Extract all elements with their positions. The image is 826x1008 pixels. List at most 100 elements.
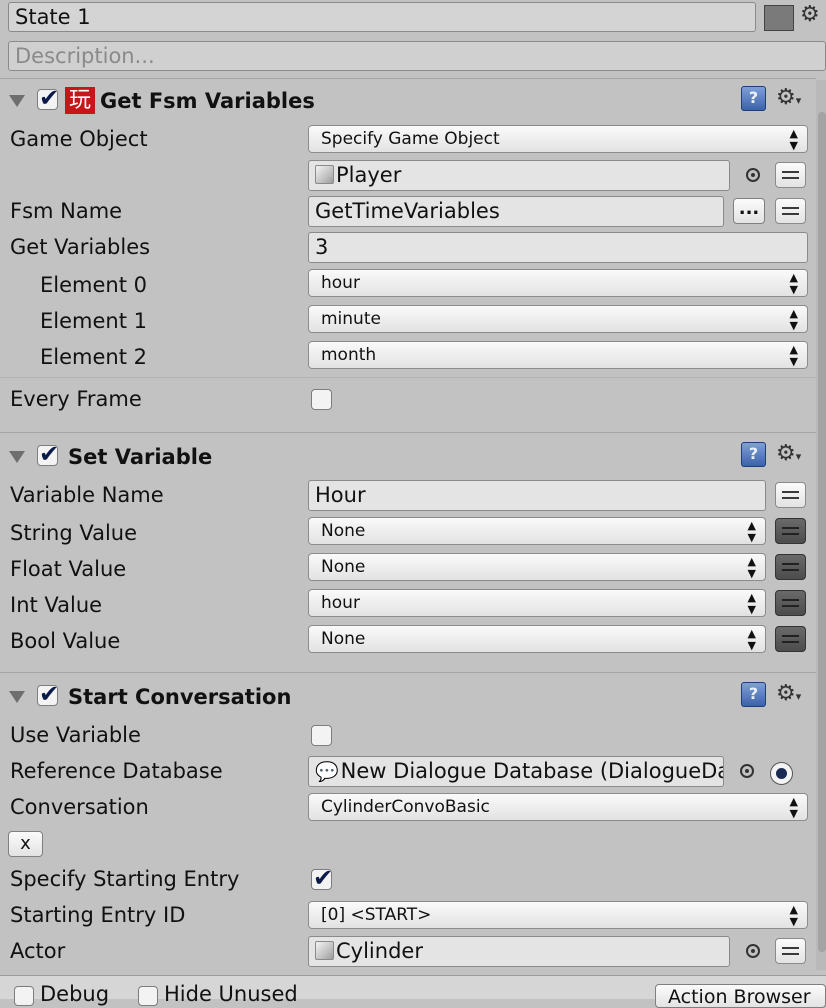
dropdown-arrows-icon: ▲ ▼ [747,591,756,616]
starting-entry-id-label: Starting Entry ID [10,903,186,927]
bool-value-menu-button[interactable] [775,626,806,652]
help-book-icon[interactable]: ? [741,442,766,467]
browse-fsm-button[interactable]: ... [733,198,765,224]
action-enabled-checkbox[interactable] [37,84,59,112]
conversation-label: Conversation [10,795,149,819]
dropdown-value: Specify Game Object [321,129,500,149]
dropdown-value: minute [321,309,381,329]
dropdown-arrows-icon: ▲ ▼ [789,343,798,368]
object-picker-icon[interactable] [746,168,760,182]
hide-unused-checkbox[interactable] [138,986,158,1006]
action-settings-gear-icon[interactable]: ⚙▾ [776,86,801,113]
every-frame-label: Every Frame [10,387,142,411]
dropdown-value: [0] <START> [321,905,432,925]
element-1-dropdown[interactable]: minute ▲ ▼ [308,305,808,333]
clear-button[interactable]: x [8,831,43,857]
database-radio-icon[interactable] [770,762,793,785]
action-title[interactable]: Start Conversation [68,683,291,711]
divider [0,78,816,79]
dropdown-value: None [321,521,366,541]
variable-name-menu-button[interactable] [775,482,806,508]
element-1-label: Element 1 [40,309,147,333]
string-value-label: String Value [10,521,138,545]
dialogue-database-icon: 💬 [315,761,339,783]
collapse-triangle-icon[interactable] [9,451,25,463]
dropdown-value: month [321,345,377,365]
fsm-name-label: Fsm Name [10,199,123,223]
variable-menu-button[interactable] [775,162,806,188]
scrollbar-thumb[interactable] [818,112,826,952]
game-object-dropdown[interactable]: Specify Game Object ▲ ▼ [308,125,808,153]
action-enabled-checkbox[interactable] [37,680,59,708]
actor-label: Actor [10,939,66,963]
dropdown-value: hour [321,593,360,613]
use-variable-checkbox[interactable] [311,725,332,746]
dropdown-arrows-icon: ▲ ▼ [789,127,798,152]
action-icon-glyph: 玩 [68,88,91,113]
dropdown-arrows-icon: ▲ ▼ [789,307,798,332]
action-title[interactable]: Set Variable [68,443,212,471]
bool-value-dropdown[interactable]: None ▲ ▼ [308,625,766,653]
dropdown-value: None [321,629,366,649]
state-name-field[interactable]: State 1 [8,2,756,32]
element-2-dropdown[interactable]: month ▲ ▼ [308,341,808,369]
game-object-label: Game Object [10,127,148,151]
field-value: New Dialogue Database (DialogueDa [340,759,724,783]
variable-name-field[interactable]: Hour [308,480,766,511]
int-value-dropdown[interactable]: hour ▲ ▼ [308,589,766,617]
collapse-triangle-icon[interactable] [9,691,25,703]
help-book-icon[interactable]: ? [741,86,766,111]
player-object-field[interactable]: Player [308,160,730,191]
element-2-label: Element 2 [40,345,147,369]
fsm-name-menu-button[interactable] [775,198,806,224]
float-value-dropdown[interactable]: None ▲ ▼ [308,553,766,581]
string-value-dropdown[interactable]: None ▲ ▼ [308,517,766,545]
conversation-dropdown[interactable]: CylinderConvoBasic ▲ ▼ [308,793,808,821]
actor-menu-button[interactable] [775,938,806,964]
hide-unused-label: Hide Unused [164,982,298,1006]
state-color-swatch[interactable] [764,5,794,31]
action-browser-button[interactable]: Action Browser [655,984,826,1008]
int-value-menu-button[interactable] [775,590,806,616]
action-title[interactable]: Get Fsm Variables [100,87,315,115]
dropdown-arrows-icon: ▲ ▼ [789,795,798,820]
every-frame-checkbox[interactable] [311,389,332,410]
collapse-triangle-icon[interactable] [9,95,25,107]
help-book-icon[interactable]: ? [741,682,766,707]
radio-dot [776,768,787,779]
divider [0,672,816,673]
element-0-label: Element 0 [40,273,147,297]
string-value-menu-button[interactable] [775,518,806,544]
dropdown-arrows-icon: ▲ ▼ [747,519,756,544]
dropdown-value: hour [321,273,360,293]
dropdown-value: None [321,557,366,577]
action-enabled-checkbox[interactable] [37,440,59,468]
divider [0,432,816,433]
variable-name-label: Variable Name [10,483,164,507]
float-value-menu-button[interactable] [775,554,806,580]
dropdown-value: CylinderConvoBasic [321,797,490,817]
float-value-label: Float Value [10,557,127,581]
actor-field[interactable]: Cylinder [308,936,730,967]
specify-starting-entry-label: Specify Starting Entry [10,867,240,891]
debug-checkbox[interactable] [14,986,34,1006]
element-0-dropdown[interactable]: hour ▲ ▼ [308,269,808,297]
reference-database-label: Reference Database [10,759,223,783]
fsm-name-field[interactable]: GetTimeVariables [308,196,724,227]
starting-entry-id-dropdown[interactable]: [0] <START> ▲ ▼ [308,901,808,929]
use-variable-label: Use Variable [10,723,141,747]
state-settings-gear-icon[interactable]: ⚙ [800,3,820,27]
reference-database-field[interactable]: 💬New Dialogue Database (DialogueDa [308,756,724,787]
dropdown-arrows-icon: ▲ ▼ [747,555,756,580]
specify-starting-entry-checkbox[interactable] [311,864,333,892]
object-picker-icon[interactable] [746,944,760,958]
int-value-label: Int Value [10,593,103,617]
divider [0,377,816,378]
action-settings-gear-icon[interactable]: ⚙▾ [776,682,801,709]
action-settings-gear-icon[interactable]: ⚙▾ [776,442,801,469]
dropdown-arrows-icon: ▲ ▼ [789,903,798,928]
object-picker-icon[interactable] [740,764,754,778]
description-field[interactable]: Description... [8,41,826,71]
get-variables-count-field[interactable]: 3 [308,232,808,263]
dropdown-arrows-icon: ▲ ▼ [747,627,756,652]
